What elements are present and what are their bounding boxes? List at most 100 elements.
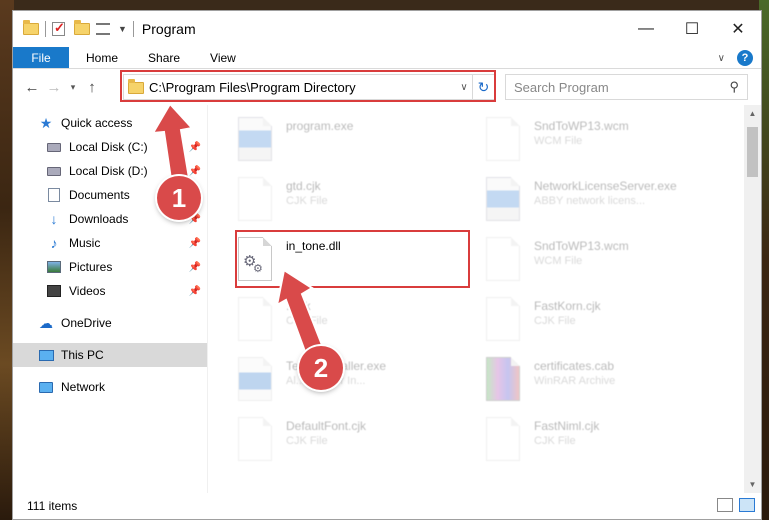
computer-icon xyxy=(37,347,55,363)
help-icon[interactable]: ? xyxy=(737,50,753,66)
file-icon xyxy=(486,297,520,341)
file-item[interactable]: program.exe xyxy=(238,115,468,171)
file-type: WinRAR Archive xyxy=(534,375,616,387)
star-icon: ★ xyxy=(39,114,53,131)
close-button[interactable]: ✕ xyxy=(715,11,761,47)
file-item[interactable]: NetworkLicenseServer.exe ABBY network li… xyxy=(486,175,716,231)
sidebar-item-local-disk-c[interactable]: Local Disk (C:) 📌 xyxy=(13,135,207,159)
search-icon[interactable]: ⚲ xyxy=(729,79,739,95)
sidebar-item-music[interactable]: ♪ Music 📌 xyxy=(13,231,207,255)
scrollbar-thumb[interactable] xyxy=(747,127,758,177)
file-icon xyxy=(486,117,520,161)
file-type: CJK File xyxy=(286,315,328,327)
sidebar-item-label: Videos xyxy=(69,284,106,298)
ribbon-tabs: File Home Share View ∨ ? xyxy=(13,47,761,69)
documents-icon xyxy=(45,187,63,203)
recent-locations-icon[interactable]: ▾ xyxy=(65,82,81,93)
tab-home[interactable]: Home xyxy=(71,47,133,68)
file-highlight-box xyxy=(235,230,470,288)
exe-file-icon xyxy=(238,117,272,161)
divider xyxy=(132,21,134,37)
main-content: ★ Quick access Local Disk (C:) 📌 Local D… xyxy=(13,105,761,493)
divider xyxy=(45,21,46,37)
pin-icon[interactable]: 📌 xyxy=(189,166,201,177)
file-item[interactable]: DefaultFont.cjk CJK File xyxy=(238,415,468,471)
tab-file[interactable]: File xyxy=(13,47,69,68)
music-icon: ♪ xyxy=(50,235,58,251)
navigation-bar: ← → ▾ ↑ C:\Program Files\Program Directo… xyxy=(13,69,761,105)
maximize-button[interactable]: ☐ xyxy=(669,11,715,47)
navigation-pane: ★ Quick access Local Disk (C:) 📌 Local D… xyxy=(13,105,208,493)
file-icon xyxy=(486,417,520,461)
sidebar-item-videos[interactable]: Videos 📌 xyxy=(13,279,207,303)
file-item[interactable]: Te...ndInstaller.exe Al... Reader In... xyxy=(238,355,468,411)
file-type: ABBY network licens... xyxy=(534,195,646,207)
network-icon xyxy=(37,379,55,395)
download-icon: ↓ xyxy=(50,211,58,227)
sidebar-item-label: Documents xyxy=(69,188,130,202)
file-name: SndToWP13.wcm xyxy=(534,119,629,133)
file-list: program.exe gtd.cjk CJK File ⚙ ⚙ in_tone… xyxy=(208,105,761,493)
file-item[interactable]: certificates.cab WinRAR Archive xyxy=(486,355,716,411)
details-view-icon[interactable] xyxy=(717,498,733,512)
view-buttons xyxy=(717,498,755,512)
file-icon xyxy=(238,177,272,221)
file-name: FastKorn.cjk xyxy=(534,299,601,313)
sidebar-item-network[interactable]: Network xyxy=(13,375,207,399)
file-type: CJK File xyxy=(534,315,576,327)
pin-icon[interactable]: 📌 xyxy=(189,142,201,153)
status-bar: 111 items xyxy=(13,493,761,519)
ribbon-right-controls: ∨ ? xyxy=(718,50,753,66)
search-input[interactable]: Search Program ⚲ xyxy=(505,74,748,100)
file-name: certificates.cab xyxy=(534,359,615,373)
forward-arrow-icon[interactable]: → xyxy=(43,79,65,96)
new-folder-icon[interactable] xyxy=(74,20,90,37)
search-placeholder: Search Program xyxy=(514,79,609,95)
pin-icon[interactable]: 📌 xyxy=(189,238,201,249)
large-icons-view-icon[interactable] xyxy=(739,498,755,512)
pin-icon[interactable]: 📌 xyxy=(189,262,201,273)
scroll-up-icon[interactable]: ▲ xyxy=(744,105,761,122)
sidebar-item-onedrive[interactable]: ☁ OneDrive xyxy=(13,311,207,335)
file-item[interactable]: ...cjk CJK File xyxy=(238,295,468,351)
file-name: gtd.cjk xyxy=(286,179,321,193)
sidebar-item-this-pc[interactable]: This PC xyxy=(13,343,207,367)
tab-share[interactable]: Share xyxy=(133,47,195,68)
customize-dropdown-icon[interactable]: ▼ xyxy=(118,24,127,34)
disk-icon xyxy=(45,139,63,155)
scroll-down-icon[interactable]: ▼ xyxy=(744,476,761,493)
file-item[interactable]: SndToWP13.wcm WCM File xyxy=(486,235,716,291)
minimize-button[interactable]: — xyxy=(623,11,669,47)
file-type: CJK File xyxy=(534,435,576,447)
file-type: CJK File xyxy=(286,435,328,447)
file-name: DefaultFont.cjk xyxy=(286,419,367,433)
item-count: 111 items xyxy=(27,499,78,513)
window-title: Program xyxy=(141,21,196,37)
address-highlight-box xyxy=(120,70,496,102)
file-name: SndToWP13.wcm xyxy=(534,239,629,253)
file-item[interactable]: SndToWP13.wcm WCM File xyxy=(486,115,716,171)
callout-2-badge: 2 xyxy=(299,346,343,390)
explorer-window: ▼ Program — ☐ ✕ File Home Share View ∨ ?… xyxy=(12,10,762,520)
quick-access-toolbar: ▼ xyxy=(13,20,134,37)
pin-icon[interactable]: 📌 xyxy=(189,286,201,297)
window-controls: — ☐ ✕ xyxy=(623,11,761,47)
sidebar-item-label: OneDrive xyxy=(61,316,112,330)
file-item[interactable]: FastNiml.cjk CJK File xyxy=(486,415,716,471)
file-name: program.exe xyxy=(286,119,354,133)
sidebar-item-pictures[interactable]: Pictures 📌 xyxy=(13,255,207,279)
properties-list-icon[interactable] xyxy=(96,21,112,37)
vertical-scrollbar[interactable]: ▲ ▼ xyxy=(744,105,761,493)
sidebar-item-quick-access[interactable]: ★ Quick access xyxy=(13,111,207,135)
back-arrow-icon[interactable]: ← xyxy=(21,79,43,96)
videos-icon xyxy=(45,283,63,299)
file-item[interactable]: FastKorn.cjk CJK File xyxy=(486,295,716,351)
up-arrow-icon[interactable]: ↑ xyxy=(81,79,103,96)
file-type: WCM File xyxy=(534,135,583,147)
cloud-icon: ☁ xyxy=(39,314,53,331)
tab-view[interactable]: View xyxy=(195,47,251,68)
properties-check-icon[interactable] xyxy=(52,20,68,37)
expand-ribbon-icon[interactable]: ∨ xyxy=(718,53,725,64)
file-item[interactable]: gtd.cjk CJK File xyxy=(238,175,468,231)
file-type: WCM File xyxy=(534,255,583,267)
